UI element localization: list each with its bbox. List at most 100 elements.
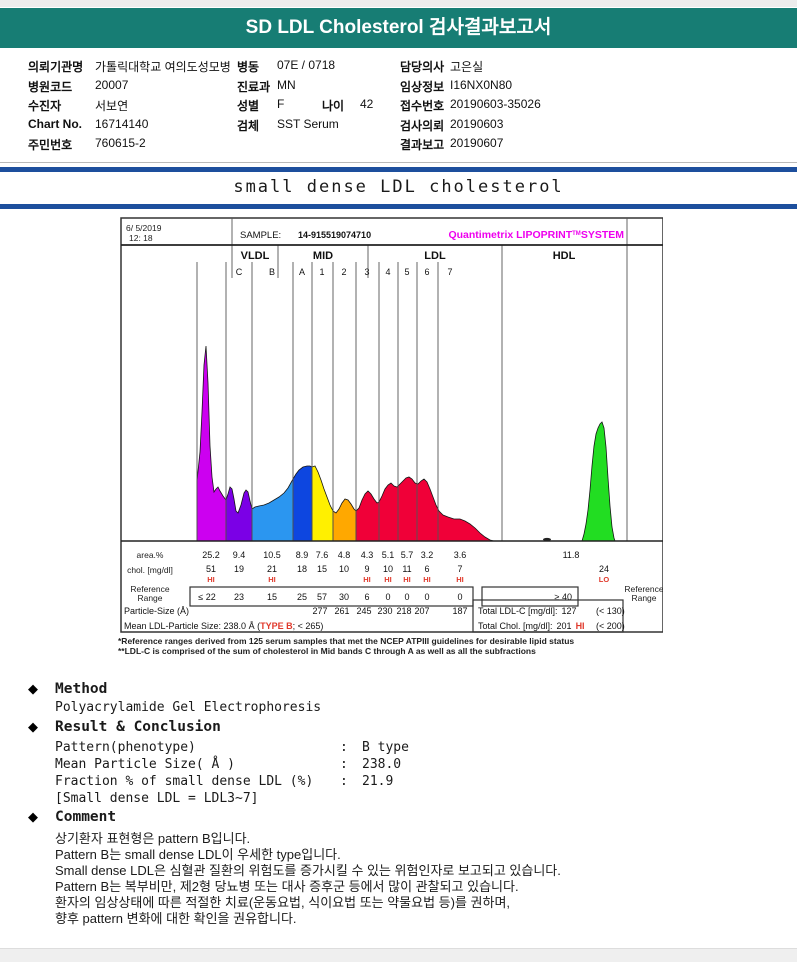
dept-value: MN	[277, 78, 296, 92]
area-ldl7: 3.6	[454, 550, 467, 560]
method-body: Polyacrylamide Gel Electrophoresis	[55, 700, 322, 715]
sub-label-b: B	[269, 267, 275, 277]
chol-vldl: 51	[206, 564, 216, 574]
doctor-label: 담당의사	[400, 60, 445, 74]
divider-blue-top	[0, 167, 797, 172]
ps-ldl7: 187	[452, 606, 467, 616]
ref-midc: 23	[234, 592, 244, 602]
total-ldl-label: Total LDL-C [mg/dl]:	[478, 606, 558, 616]
ward-label: 병동	[237, 60, 260, 74]
mean-particle-text: Mean LDL-Particle Size: 238.0 Å (TYPE B;…	[124, 621, 323, 631]
request-date-value: 20190603	[450, 117, 504, 131]
report-date-label: 결과보고	[400, 138, 445, 152]
area-midb: 10.5	[263, 550, 281, 560]
group-mid-label: MID	[313, 250, 333, 262]
result-row-colon: :	[340, 740, 348, 755]
sample-id: 14-915519074710	[298, 230, 371, 240]
flag-hdl: LO	[599, 575, 610, 584]
report-date-value: 20190607	[450, 136, 504, 150]
sub-label-1: 1	[319, 267, 324, 277]
report-title-banner: SD LDL Cholesterol 검사결과보고서	[0, 8, 797, 48]
area-hdl: 11.8	[563, 550, 580, 560]
divider-blue-bottom	[0, 204, 797, 209]
sex-value: F	[277, 97, 285, 111]
area-ldl1: 7.6	[316, 550, 329, 560]
total-ldl-ref: (< 130)	[596, 606, 625, 616]
accession-value: 20190603-35026	[450, 97, 541, 111]
result-row-label: Fraction % of small dense LDL (%)	[55, 774, 314, 789]
brand-tm: TM	[572, 231, 581, 237]
group-ldl-label: LDL	[424, 250, 446, 262]
chol-hdl: 24	[599, 564, 609, 574]
sub-label-4: 4	[385, 267, 390, 277]
specimen-label: 검체	[237, 119, 260, 133]
footnote-1: *Reference ranges derived from 125 serum…	[118, 636, 575, 646]
chol-ldl2: 10	[339, 564, 349, 574]
ref-mida: 25	[297, 592, 307, 602]
area-ldl3: 4.3	[361, 550, 374, 560]
chol-row-label: chol. [mg/dl]	[127, 565, 173, 575]
sub-label-7: 7	[447, 267, 452, 277]
area-row-label: area.%	[137, 550, 164, 560]
age-value: 42	[360, 97, 374, 111]
flag-ldl6: HI	[423, 575, 431, 584]
ref-ldl4: 0	[385, 592, 390, 602]
ref-ldl6: 0	[424, 592, 429, 602]
ps-ldl6: 207	[414, 606, 429, 616]
top-strip	[0, 0, 797, 7]
resident-id-label: 주민번호	[28, 138, 73, 152]
run-time: 12: 18	[129, 233, 153, 243]
result-note: [Small dense LDL = LDL3~7]	[55, 791, 259, 806]
area-midc: 9.4	[233, 550, 246, 560]
method-title: Method	[55, 681, 108, 697]
doctor-value: 고은실	[450, 60, 484, 74]
chol-ldl1: 15	[317, 564, 327, 574]
report-title: SD LDL Cholesterol 검사결과보고서	[245, 17, 552, 38]
result-row-label: Pattern(phenotype)	[55, 740, 196, 755]
comment-title: Comment	[55, 809, 117, 825]
chol-mida: 18	[297, 564, 307, 574]
ref-ldl3: 6	[364, 592, 369, 602]
group-vldl-label: VLDL	[241, 250, 270, 262]
divider-thin	[0, 162, 797, 163]
ps-ldl5: 218	[396, 606, 411, 616]
chol-ldl6: 6	[424, 564, 429, 574]
chart-no-value: 16714140	[95, 117, 149, 131]
mean-particle-type: TYPE B	[260, 621, 293, 631]
ps-ldl2: 261	[334, 606, 349, 616]
mean-particle-main: Mean LDL-Particle Size: 238.0 Å (	[124, 621, 260, 631]
result-row-value: B type	[362, 740, 409, 755]
ref-label-right-2: Range	[631, 593, 656, 603]
flag-ldl7: HI	[456, 575, 464, 584]
ref-midb: 15	[267, 592, 277, 602]
ref-ldl7: 0	[457, 592, 462, 602]
mean-particle-tail: ; < 265)	[293, 621, 324, 631]
sub-label-5: 5	[404, 267, 409, 277]
ref-vldl: ≤ 22	[198, 592, 215, 602]
total-chol-ref: (< 200)	[596, 621, 625, 631]
clinical-info-value: I16NX0N80	[450, 78, 513, 92]
comment-diamond-icon: ◆	[28, 809, 38, 824]
ps-ldl4: 230	[377, 606, 392, 616]
org-value: 가톨릭대학교 여의도성모병	[95, 60, 231, 74]
sex-label: 성별	[237, 99, 260, 113]
resident-id-value: 760615-2	[95, 136, 146, 150]
result-row-value: 238.0	[362, 757, 402, 772]
ps-ldl1: 277	[312, 606, 327, 616]
brand-name: Quantimetrix LIPOPRINT	[448, 229, 572, 241]
area-ldl6: 3.2	[421, 550, 434, 560]
ref-ldl5: 0	[404, 592, 409, 602]
area-ldl5: 5.7	[401, 550, 414, 560]
request-date-label: 검사의뢰	[400, 119, 445, 133]
comment-line: 향후 pattern 변화에 대한 확인을 권유합니다.	[55, 911, 297, 926]
flag-vldl: HI	[207, 575, 215, 584]
chol-midc: 19	[234, 564, 244, 574]
ref-ldl1: 57	[317, 592, 327, 602]
total-chol-text: Total Chol. [mg/dl]: 201 HI	[478, 621, 585, 631]
area-vldl: 25.2	[202, 550, 220, 560]
chol-ldl5: 11	[402, 564, 411, 574]
chart-no-label: Chart No.	[28, 117, 82, 131]
particle-row-label: Particle-Size (Å)	[124, 606, 189, 616]
section-title: small dense LDL cholesterol	[233, 177, 564, 197]
ps-ldl3: 245	[356, 606, 371, 616]
